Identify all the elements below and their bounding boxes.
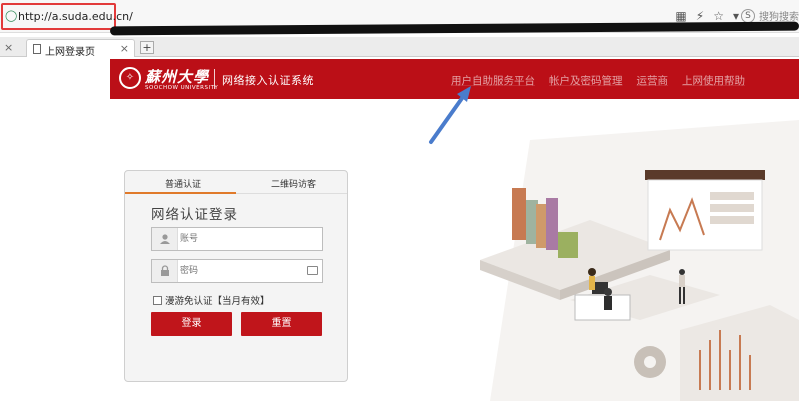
redaction-scribble	[109, 21, 799, 36]
roam-label: 漫游免认证【当月有效】	[165, 296, 270, 307]
sogou-icon: S	[741, 8, 755, 23]
password-field[interactable]	[151, 259, 323, 283]
address-bar-tools: ▦ ⚡︎ ☆ ▾	[675, 9, 739, 23]
university-seal-icon: ✧	[119, 67, 141, 89]
roam-checkbox[interactable]	[153, 295, 162, 305]
active-tab-indicator	[125, 192, 236, 194]
keyboard-icon[interactable]	[307, 266, 318, 275]
login-title: 网络认证登录	[151, 207, 238, 223]
system-title: 网络接入认证系统	[222, 74, 314, 87]
reset-button[interactable]: 重置	[241, 312, 322, 336]
roam-option[interactable]: 漫游免认证【当月有效】	[153, 293, 270, 307]
browser-address-bar: ◯ http://a.suda.edu.cn/ ▦ ⚡︎ ☆ ▾ S 搜狗搜索	[0, 0, 799, 36]
lock-icon	[152, 260, 178, 282]
user-icon	[152, 228, 178, 250]
tab-normal-auth[interactable]: 普通认证	[165, 177, 201, 190]
tab-qr-visitor[interactable]: 二维码访客	[271, 177, 316, 190]
chevron-down-icon[interactable]: ▾	[733, 9, 739, 23]
star-icon[interactable]: ☆	[713, 9, 724, 23]
nav-help[interactable]: 上网使用帮助	[682, 73, 745, 88]
tab-login-page[interactable]: 上网登录页 ×	[26, 39, 135, 58]
tab-label: 上网登录页	[45, 47, 95, 58]
annotation-arrow	[429, 86, 471, 144]
login-panel: 普通认证 二维码访客 网络认证登录 漫游免认证【当月有效】 登录 重置	[124, 170, 348, 382]
new-tab-button[interactable]: +	[140, 41, 154, 54]
password-input[interactable]	[180, 263, 310, 279]
university-logo-english: SOOCHOW UNIVERSITY	[145, 85, 219, 91]
university-logo-text: 蘇州大學	[145, 68, 210, 86]
logo-divider	[214, 69, 215, 89]
username-input[interactable]	[180, 231, 310, 247]
grid-icon[interactable]: ▦	[675, 9, 686, 23]
login-button[interactable]: 登录	[151, 312, 232, 336]
site-shield-icon: ◯	[5, 9, 18, 22]
tab-close-icon[interactable]: ×	[120, 42, 129, 55]
office-illustration	[480, 120, 799, 401]
nav-operator[interactable]: 运营商	[637, 73, 669, 88]
url-field[interactable]: http://a.suda.edu.cn/	[18, 10, 133, 23]
username-field[interactable]	[151, 227, 323, 251]
top-nav: 用户自助服务平台 帐户及密码管理 运营商 上网使用帮助	[451, 73, 745, 88]
lightning-icon[interactable]: ⚡︎	[696, 9, 704, 23]
login-tabs: 普通认证 二维码访客	[125, 171, 347, 194]
browser-tab-strip: × 上网登录页 × +	[0, 37, 799, 58]
nav-account-password[interactable]: 帐户及密码管理	[549, 73, 623, 88]
page-icon	[33, 44, 41, 54]
close-icon[interactable]: ×	[4, 41, 13, 54]
